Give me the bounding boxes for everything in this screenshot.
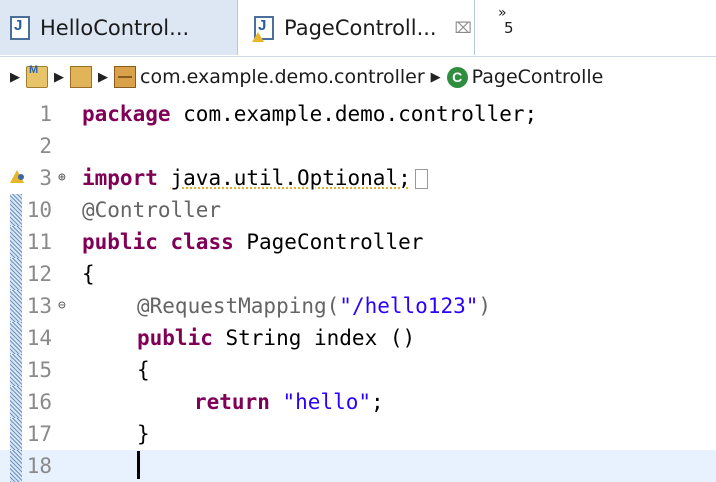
code-line: 12 { (0, 258, 716, 290)
code-text: @RequestMapping("/hello123") (137, 290, 491, 322)
import-name: java.util.Optional; (170, 166, 411, 190)
line-number: 1 (39, 102, 52, 126)
code-text: public String index () (137, 322, 415, 354)
line-number: 12 (26, 262, 52, 286)
breadcrumb-package[interactable]: com.example.demo.controller (140, 66, 425, 88)
code-line: 17 } (0, 418, 716, 450)
line-number: 18 (26, 454, 52, 478)
line-number: 10 (26, 198, 52, 222)
tab-page-controller[interactable]: PageControll... ⌧ (237, 0, 475, 55)
annotation: ) (478, 294, 492, 318)
tab-hello-controller[interactable]: HelloControl... (0, 0, 237, 55)
expand-fold-icon[interactable]: ⊕ (58, 162, 66, 194)
collapse-fold-icon[interactable]: ⊖ (58, 290, 66, 322)
code-text: return "hello"; (194, 386, 384, 418)
text-caret (137, 451, 140, 479)
line-number: 17 (26, 422, 52, 446)
code-line: 13 ⊖ @RequestMapping("/hello123") (0, 290, 716, 322)
code-text (137, 450, 140, 482)
breadcrumb-separator[interactable]: ▶ (54, 70, 64, 85)
class-icon: C (446, 66, 468, 88)
breadcrumb-separator[interactable]: ▶ (431, 70, 441, 85)
code-editor[interactable]: 1 package com.example.demo.controller; 2… (0, 98, 716, 482)
tab-overflow-button[interactable]: » 5 (498, 6, 514, 36)
keyword: class (170, 230, 234, 254)
line-number: 16 (26, 390, 52, 414)
code-line: 15 { (0, 354, 716, 386)
line-number: 3 (39, 166, 52, 190)
code-text: public class PageController (82, 226, 423, 258)
editor-tab-bar: HelloControl... PageControll... ⌧ » 5 (0, 0, 716, 57)
code-line: 3 ⊕ import java.util.Optional; (0, 162, 716, 194)
current-code-line[interactable]: 18 (0, 450, 716, 482)
annotation: @RequestMapping( (137, 294, 340, 318)
semicolon: ; (371, 390, 384, 414)
tab-label: HelloControl... (40, 15, 190, 40)
breadcrumb-separator[interactable]: ▶ (98, 70, 108, 85)
java-file-icon (10, 15, 30, 40)
keyword: public (137, 326, 213, 350)
line-number: 14 (26, 326, 52, 350)
code-line: 2 (0, 130, 716, 162)
annotation: @Controller (82, 198, 222, 222)
class-name: PageController (233, 230, 424, 254)
keyword: public (82, 230, 158, 254)
source-folder-icon[interactable] (70, 66, 92, 88)
string-literal: "/hello123" (339, 294, 479, 318)
close-icon[interactable]: ⌧ (455, 19, 472, 37)
line-number: 13 (26, 294, 52, 318)
maven-project-icon[interactable] (26, 64, 48, 88)
collapsed-imports-box[interactable] (414, 169, 428, 189)
string-literal: "hello" (282, 390, 372, 414)
java-file-warning-icon (252, 15, 274, 42)
code-text: import java.util.Optional; (82, 162, 428, 194)
line-number: 2 (39, 134, 52, 158)
code-line: 1 package com.example.demo.controller; (0, 98, 716, 130)
package-name: com.example.demo.controller; (170, 102, 538, 126)
method-signature: String index () (212, 326, 416, 350)
code-line: 16 return "hello"; (0, 386, 716, 418)
keyword: package (82, 102, 171, 126)
code-text: package com.example.demo.controller; (82, 98, 537, 130)
breadcrumb-class[interactable]: PageControlle (472, 66, 604, 88)
keyword: import (82, 166, 158, 190)
brace: { (137, 358, 150, 382)
hidden-tab-count: 5 (504, 19, 514, 37)
code-line: 14 public String index () (0, 322, 716, 354)
breadcrumb: ▶ ▶ ▶ com.example.demo.controller ▶ C Pa… (0, 57, 716, 97)
code-line: 10 @Controller (0, 194, 716, 226)
brace: { (82, 262, 95, 286)
package-icon (114, 66, 136, 88)
tab-label: PageControll... (284, 15, 437, 40)
brace: } (137, 422, 150, 446)
line-number: 15 (26, 358, 52, 382)
line-number: 11 (26, 230, 52, 254)
code-line: 11 public class PageController (0, 226, 716, 258)
breadcrumb-separator[interactable]: ▶ (10, 70, 20, 85)
keyword: return (194, 390, 270, 414)
